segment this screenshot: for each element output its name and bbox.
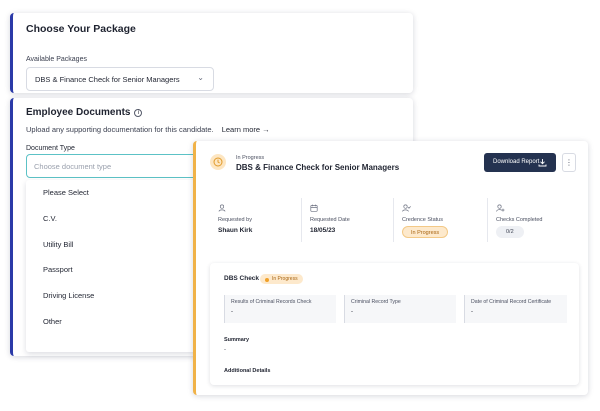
user-check-icon	[402, 204, 411, 212]
document-type-label: Document Type	[26, 145, 75, 152]
chevron-down-icon: ⌄	[197, 73, 204, 82]
requested-by-value: Shaun Kirk	[218, 227, 253, 234]
documents-title: Employee Documents i	[26, 107, 143, 118]
documents-description: Upload any supporting documentation for …	[26, 125, 270, 134]
calendar-icon	[310, 204, 318, 212]
user-icon	[218, 204, 226, 212]
report-stats: Requested by Shaun Kirk Requested Date 1…	[210, 196, 580, 244]
stat-checks-completed: Checks Completed 0/2	[488, 196, 580, 244]
report-title: DBS & Finance Check for Senior Managers	[236, 163, 400, 172]
field-criminal-record-type: Criminal Record Type -	[344, 295, 456, 323]
dbs-check-status-badge: In Progress	[260, 274, 303, 284]
report-status: In Progress	[236, 155, 265, 161]
report-card: In Progress DBS & Finance Check for Seni…	[193, 141, 588, 395]
summary-label: Summary	[224, 337, 250, 343]
learn-more-link[interactable]: Learn more →	[222, 125, 270, 134]
choose-package-card: Choose Your Package Available Packages D…	[10, 13, 413, 93]
dbs-check-panel: DBS Check In Progress Results of Crimina…	[210, 263, 579, 385]
dbs-check-status-text: In Progress	[272, 276, 298, 282]
clock-icon	[210, 154, 226, 170]
more-options-button[interactable]: ⋮	[562, 153, 576, 172]
package-title: Choose Your Package	[26, 23, 136, 35]
documents-title-text: Employee Documents	[26, 107, 131, 118]
field-label: Criminal Record Type	[351, 299, 401, 305]
field-label: Results of Criminal Records Check	[231, 299, 312, 305]
package-select[interactable]: DBS & Finance Check for Senior Managers …	[26, 67, 214, 91]
credence-status-label: Credence Status	[402, 217, 443, 223]
summary-value: -	[224, 347, 226, 353]
documents-description-text: Upload any supporting documentation for …	[26, 125, 214, 134]
additional-details-label: Additional Details	[224, 368, 271, 374]
download-report-label: Download Report	[493, 159, 540, 165]
field-value: -	[471, 309, 473, 315]
field-label: Date of Criminal Record Certificate	[471, 299, 552, 305]
checks-completed-label: Checks Completed	[496, 217, 543, 223]
requested-by-label: Requested by	[218, 217, 252, 223]
field-criminal-records-results: Results of Criminal Records Check -	[224, 295, 336, 323]
field-value: -	[231, 309, 233, 315]
requested-date-label: Requested Date	[310, 217, 350, 223]
available-packages-label: Available Packages	[26, 56, 87, 63]
field-certificate-date: Date of Criminal Record Certificate -	[464, 295, 567, 323]
stat-requested-by: Requested by Shaun Kirk	[210, 196, 302, 244]
requested-date-value: 18/05/23	[310, 227, 336, 234]
package-selected-value: DBS & Finance Check for Senior Managers	[35, 75, 180, 84]
stat-credence-status: Credence Status In Progress	[394, 196, 488, 244]
checks-completed-badge: 0/2	[496, 226, 524, 238]
user-search-icon	[496, 204, 505, 212]
download-report-button[interactable]: Download Report	[484, 153, 556, 172]
download-icon	[538, 159, 547, 167]
dbs-check-title: DBS Check	[224, 275, 260, 282]
credence-status-badge: In Progress	[402, 226, 449, 238]
stat-requested-date: Requested Date 18/05/23	[302, 196, 394, 244]
info-icon[interactable]: i	[134, 109, 143, 117]
field-value: -	[351, 309, 353, 315]
status-dot-icon	[265, 277, 269, 282]
